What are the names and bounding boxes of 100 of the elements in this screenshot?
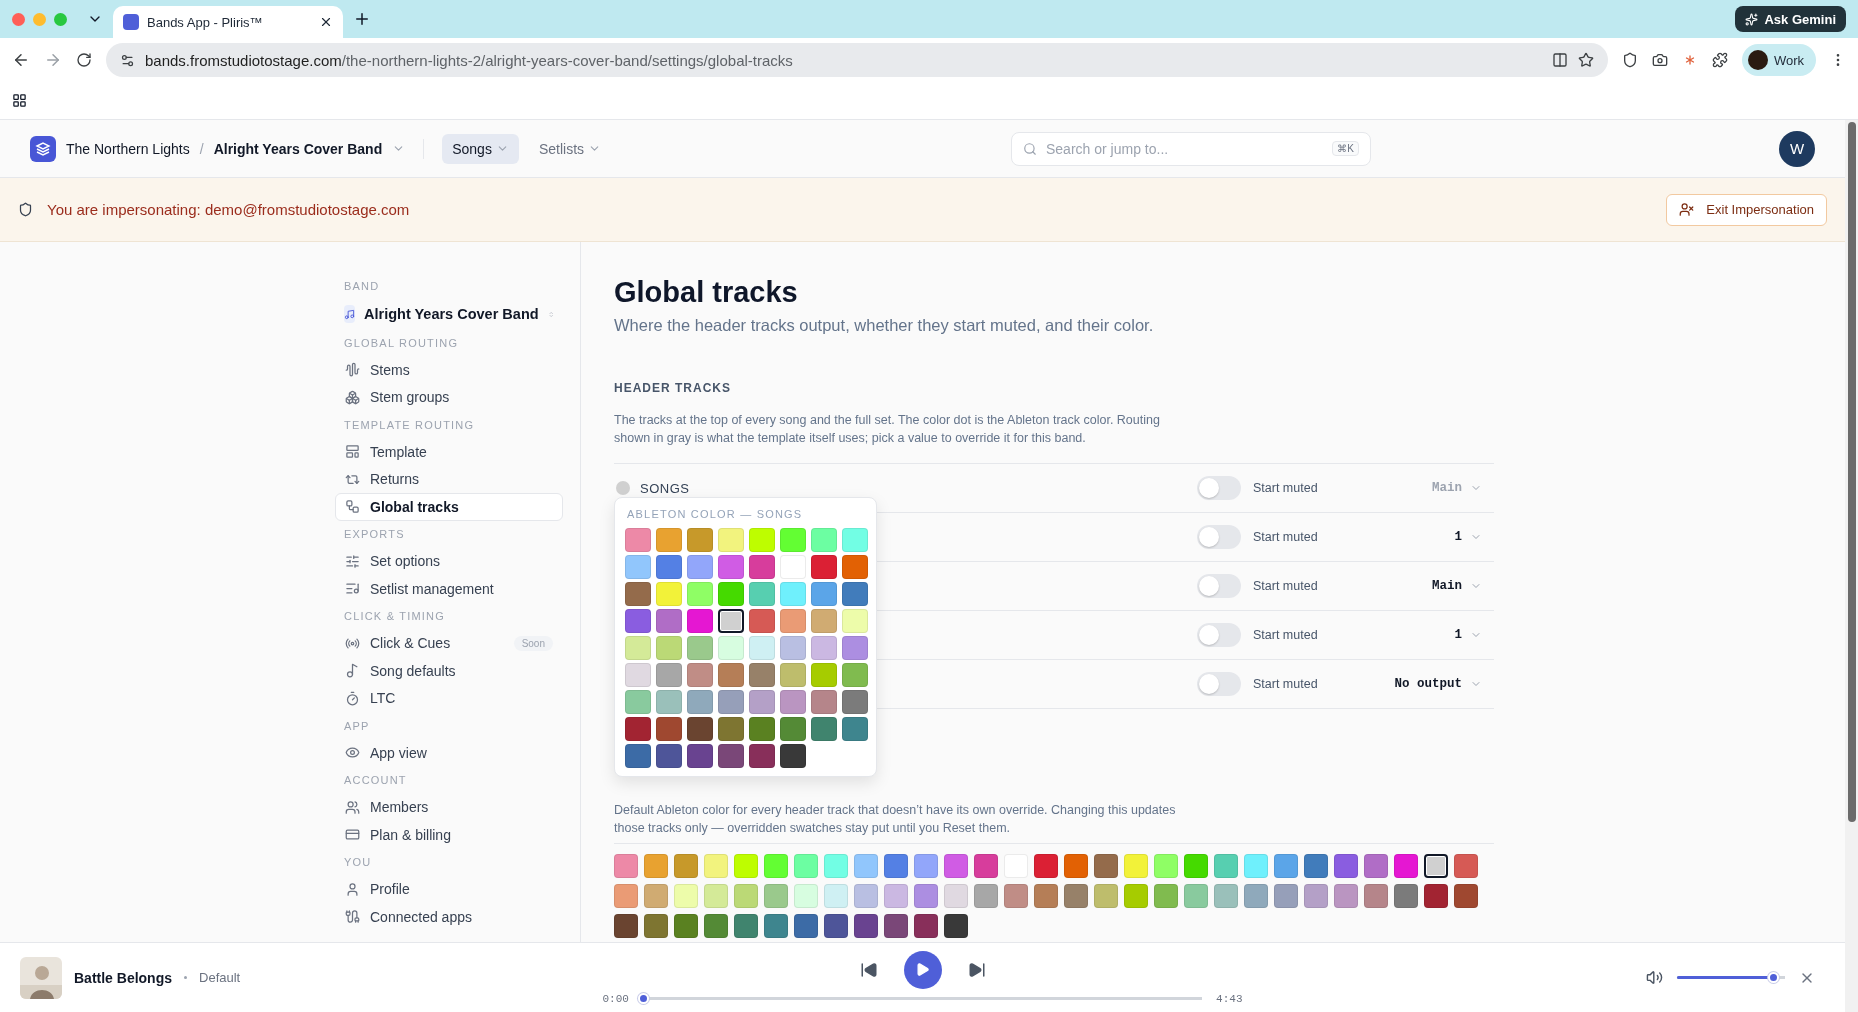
default-color-description: Default Ableton color for every header track that doesn’t have its own override. Changing this updates those tracks only — overridden swatches stay put until you Reset them. (614, 802, 1177, 837)
nav-tab[interactable]: Songs (442, 133, 519, 164)
sidebar-item[interactable]: App view (335, 739, 563, 767)
band-selector[interactable]: Alright Years Cover Band (335, 299, 563, 329)
avatar (1747, 50, 1768, 70)
nodes-icon (345, 499, 360, 515)
output-select[interactable]: No output (1388, 676, 1488, 692)
address-bar[interactable]: bands.fromstudiotostage.com/the-northern-lights-2/alright-years-cover-band/settings/global-tracks (106, 43, 1608, 77)
music-icon (344, 305, 355, 323)
next-button[interactable] (967, 960, 986, 979)
eye-icon (345, 745, 360, 761)
timer-icon (345, 690, 360, 706)
maximize-window-icon[interactable] (54, 12, 67, 26)
minimize-window-icon[interactable] (33, 12, 46, 26)
ask-button[interactable]: Ask Gemini (1735, 6, 1846, 32)
sidebar-item[interactable]: Stems (335, 356, 563, 384)
shield-icon[interactable] (1621, 52, 1638, 68)
toggle-label: Start muted (1253, 677, 1318, 691)
toggle-label: Start muted (1253, 579, 1318, 593)
sidebar-item[interactable]: Members (335, 793, 563, 821)
plug-icon (345, 909, 360, 925)
bookmark-icon[interactable] (1577, 52, 1594, 68)
section-description: The tracks at the top of every song and the full set. The color dot is the Ableton track color. Routing shown in gray is what the template itself uses; pick a value to override it for this band. (614, 412, 1161, 447)
reload-icon[interactable] (76, 52, 92, 68)
output-select[interactable]: 1 (1448, 529, 1488, 545)
sliders-icon (345, 553, 360, 569)
sparkle-icon (1745, 12, 1759, 26)
mute-toggle[interactable] (1197, 672, 1241, 696)
apps-icon[interactable] (12, 93, 27, 108)
close-window-icon[interactable] (12, 12, 25, 26)
sidebar-item[interactable]: Set options (335, 547, 563, 575)
mute-toggle[interactable] (1197, 476, 1241, 500)
search-icon (1023, 141, 1037, 156)
sidebar-item[interactable]: Global tracks (335, 493, 563, 521)
user-avatar[interactable]: W (1779, 130, 1815, 167)
app-logo[interactable] (30, 135, 56, 162)
scrollbar-thumb[interactable] (1847, 122, 1856, 822)
skip-back-icon (859, 960, 878, 979)
breadcrumb-link[interactable]: The Northern Lights (66, 140, 190, 157)
toggle-label: Start muted (1253, 530, 1318, 544)
output-select[interactable]: 1 (1448, 627, 1488, 643)
reader-icon[interactable] (1551, 52, 1568, 68)
browser-tab[interactable]: Bands App - Pliris™ (113, 6, 343, 38)
section-label: YOU (343, 855, 373, 870)
user-x-icon (1679, 202, 1695, 217)
sidebar-item[interactable]: Setlist management (335, 575, 563, 603)
nav-tab[interactable]: Setlists (528, 133, 612, 164)
sidebar-item[interactable]: Connected apps (335, 903, 563, 931)
users-icon (345, 799, 360, 815)
camera-icon[interactable] (1651, 52, 1668, 68)
music-note-icon (345, 663, 360, 679)
mute-toggle[interactable] (1197, 623, 1241, 647)
mute-toggle[interactable] (1197, 574, 1241, 598)
color-dot[interactable] (616, 481, 630, 495)
color-swatch[interactable] (718, 609, 744, 633)
section-label: APP (343, 718, 371, 734)
back-icon[interactable] (12, 51, 30, 69)
section-label: BAND (343, 278, 381, 294)
sidebar-item[interactable]: LTC (335, 684, 563, 712)
breadcrumb-link[interactable]: Alright Years Cover Band (213, 140, 383, 157)
page-subtitle: Where the header tracks output, whether they start muted, and their color. (614, 316, 1155, 335)
section-label: TEMPLATE ROUTING (343, 417, 476, 433)
mute-toggle[interactable] (1197, 525, 1241, 549)
section-label: GLOBAL ROUTING (343, 335, 460, 351)
section-label: EXPORTS (343, 527, 406, 542)
output-select[interactable]: Main (1426, 578, 1488, 594)
sidebar-item[interactable]: Song defaults (335, 657, 563, 685)
volume-thumb[interactable] (1768, 972, 1780, 983)
close-icon[interactable] (319, 15, 333, 29)
play-button[interactable] (903, 950, 942, 989)
user-icon (345, 881, 360, 897)
forward-icon[interactable] (44, 51, 62, 69)
section-label: ACCOUNT (343, 773, 408, 788)
section-title: HEADER TRACKS (614, 381, 732, 395)
previous-button[interactable] (859, 960, 878, 979)
shield-icon (18, 202, 33, 217)
sidebar-item[interactable]: Returns (335, 465, 563, 493)
breadcrumb-separator: / (199, 140, 204, 157)
exit-impersonation-button[interactable]: Exit Impersonation (1666, 193, 1827, 226)
sidebar-item[interactable]: Profile (335, 875, 563, 903)
soon-badge: Soon (513, 635, 553, 651)
site-settings-icon[interactable] (120, 52, 135, 68)
skip-forward-icon (967, 960, 986, 979)
volume-icon[interactable] (1646, 969, 1663, 986)
progress-thumb[interactable] (637, 993, 649, 1004)
color-swatch[interactable] (1424, 854, 1448, 878)
sidebar-item[interactable]: Plan & billing (335, 821, 563, 849)
play-icon (915, 962, 930, 977)
track-version: Default (199, 970, 241, 985)
new-tab-icon[interactable] (353, 10, 371, 28)
extensions-icon[interactable] (1711, 52, 1728, 68)
sidebar-item[interactable]: Template (335, 438, 563, 466)
toggle-label: Start muted (1253, 628, 1318, 642)
track-title: Battle Belongs (74, 969, 172, 986)
elapsed-time: 0:00 (602, 992, 629, 1005)
profile-button[interactable]: Work (1741, 44, 1816, 76)
music-list-icon (345, 581, 360, 597)
sidebar-item[interactable]: Stem groups (335, 383, 563, 411)
track-name: SONGS (640, 480, 690, 496)
sidebar-item[interactable]: Click & Cues Soon (335, 629, 563, 657)
